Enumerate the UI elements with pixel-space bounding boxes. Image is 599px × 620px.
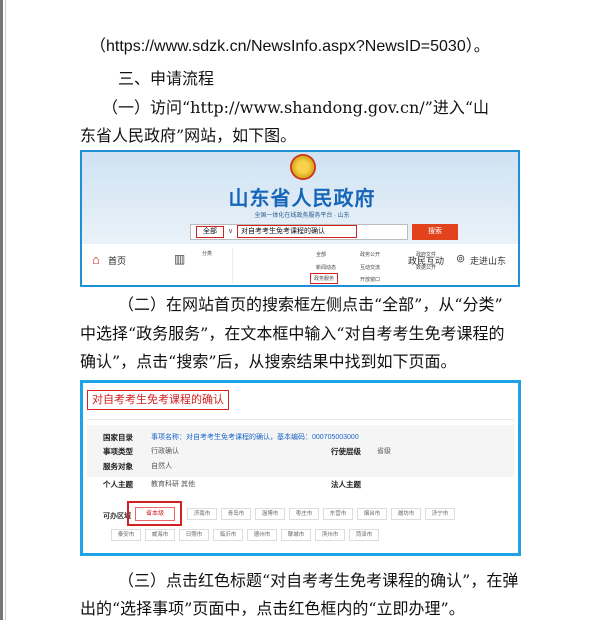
catalog-label: 国家目录 [103, 433, 133, 442]
menu-interact[interactable]: 互动交流 [360, 264, 380, 271]
menu-news[interactable]: 新闻动态 [316, 264, 336, 271]
result-title-link[interactable]: 对自考考生免考课程的确认 [87, 390, 229, 410]
portal-screenshot: 山东省人民政府 全国一体化在线政务服务平台 · 山东 全部 ∨ 对自考考生免考课… [80, 150, 520, 287]
city-button[interactable]: 临沂市 [213, 529, 243, 541]
search-button[interactable]: 搜索 [412, 224, 458, 240]
nav-visit[interactable]: 走进山东 [470, 254, 506, 267]
page-edge-shadow [5, 0, 6, 620]
city-button[interactable]: 滨州市 [315, 529, 345, 541]
step1-line1: （一）访问“http://www.shandong.gov.cn/”进入“山 [102, 98, 490, 117]
city-button[interactable]: 济宁市 [425, 508, 455, 520]
province-highlight: 省本级 [127, 501, 182, 526]
step2-line1: （二）在网站首页的搜索框左侧点击“全部”，从“分类” [118, 295, 503, 314]
city-button[interactable]: 枣庄市 [289, 508, 319, 520]
section-heading: 三、申请流程 [118, 69, 215, 88]
portal-title: 山东省人民政府 [228, 188, 376, 210]
step3-line1: （三）点击红色标题“对自考考生免考课程的确认”，在弹 [118, 571, 519, 590]
portal-nav-bar [82, 244, 518, 285]
city-button[interactable]: 青岛市 [221, 508, 251, 520]
page-edge [0, 0, 3, 620]
result-screenshot: 对自考考生免考课程的确认 国家目录 事项名称：对自考考生免考课程的确认，基本编码… [80, 380, 521, 556]
city-button[interactable]: 济南市 [187, 508, 217, 520]
location-icon[interactable]: ⊚ [456, 252, 465, 265]
city-button[interactable]: 威海市 [145, 529, 175, 541]
city-button[interactable]: 聊城市 [281, 529, 311, 541]
catalog-value[interactable]: 事项名称：对自考考生免考课程的确认，基本编码：000705003000 [151, 432, 359, 442]
city-button[interactable]: 淄博市 [255, 508, 285, 520]
national-emblem-icon [290, 154, 316, 180]
nav-interact[interactable]: 政民互动 [408, 254, 444, 267]
nav-home[interactable]: 首页 [108, 254, 126, 267]
chevron-down-icon[interactable]: ∨ [228, 226, 233, 238]
city-button[interactable]: 东营市 [323, 508, 353, 520]
city-button[interactable]: 德州市 [247, 529, 277, 541]
target-value: 自然人 [151, 463, 172, 470]
province-button[interactable]: 省本级 [135, 507, 175, 521]
url-line: （https://www.sdzk.cn/NewsInfo.aspx?NewsI… [90, 38, 490, 55]
portal-subtitle: 全国一体化在线政务服务平台 · 山东 [254, 213, 350, 219]
menu-open-window[interactable]: 开放窗口 [360, 276, 380, 283]
search-input[interactable]: 对自考考生免考课程的确认 [237, 225, 357, 238]
city-button[interactable]: 泰安市 [111, 529, 141, 541]
city-button[interactable]: 潍坊市 [391, 508, 421, 520]
menu-all[interactable]: 全部 [316, 251, 326, 258]
legal-label: 法人主题 [331, 480, 361, 489]
city-button[interactable]: 日照市 [179, 529, 209, 541]
search-scope-dropdown[interactable]: 全部 [196, 226, 224, 238]
menu-divider [232, 248, 233, 284]
step3-line2: 出的“选择事项”页面中，点击红色框内的“立即办理”。 [80, 599, 465, 618]
level-value: 省级 [377, 448, 391, 455]
step1-line2: 东省人民政府”网站，如下图。 [80, 126, 297, 145]
home-icon[interactable]: ⌂ [92, 252, 100, 267]
menu-classify: 分类 [202, 251, 213, 257]
target-label: 服务对象 [103, 462, 133, 471]
level-label: 行使层级 [331, 447, 361, 456]
menu-gov-public[interactable]: 政务公开 [360, 251, 380, 258]
topic-value: 教育科研 其他 [151, 481, 195, 488]
menu-gov-service[interactable]: 政务服务 [310, 273, 339, 284]
book-icon[interactable]: ▥ [174, 252, 185, 266]
topic-label: 个人主题 [103, 480, 133, 489]
city-button[interactable]: 烟台市 [357, 508, 387, 520]
step2-line3: 确认”，点击“搜索”后，从搜索结果中找到如下页面。 [80, 352, 457, 371]
step2-line2: 中选择“政务服务”，在文本框中输入“对自考考生免考课程的 [80, 324, 505, 343]
city-button[interactable]: 菏泽市 [349, 529, 379, 541]
type-label: 事项类型 [103, 447, 133, 456]
type-value: 行政确认 [151, 448, 179, 455]
title-divider [87, 419, 514, 420]
